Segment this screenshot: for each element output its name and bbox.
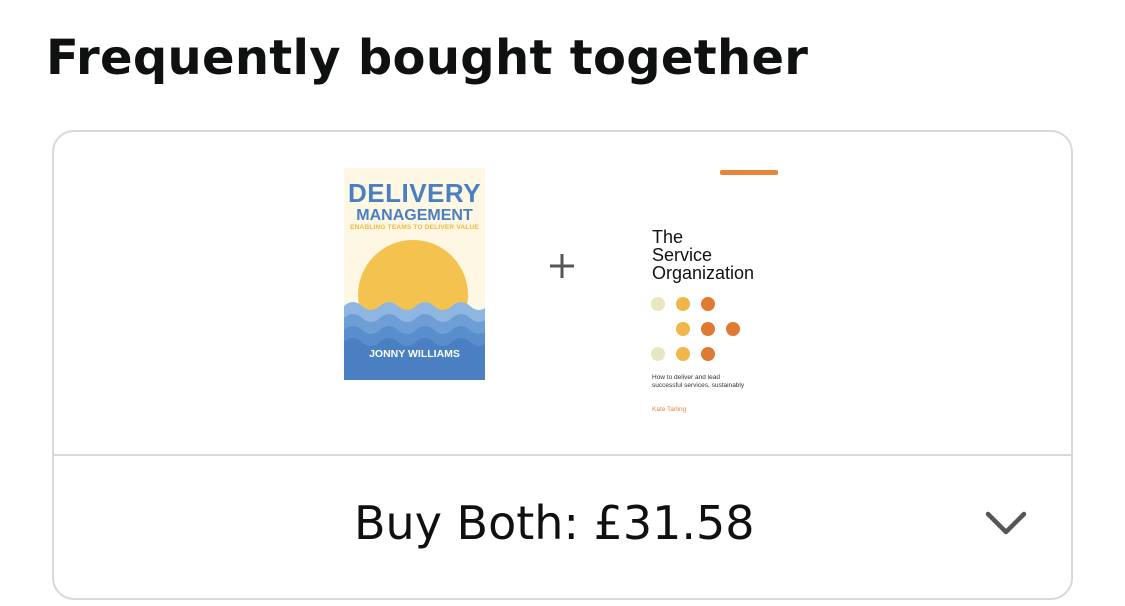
- book-cover-description: How to deliver and lead successful servi…: [652, 374, 744, 390]
- product-image-service-organization[interactable]: The Service Organization How to deliver …: [634, 168, 796, 413]
- book-cover-title: The Service Organization: [652, 228, 754, 282]
- description-line1: How to deliver and lead: [652, 374, 720, 381]
- book-cover-subtitle: ENABLING TEAMS TO DELIVER VALUE: [350, 224, 479, 231]
- buy-both-label: Buy Both: £31.58: [354, 496, 755, 550]
- book-title-line1: The: [652, 227, 684, 247]
- series-band: [720, 170, 778, 175]
- book-title-line1: DELIVERY: [347, 178, 482, 208]
- book-cover-title: DELIVERY MANAGEMENT: [344, 180, 485, 224]
- book-cover-author: Kate Tarling: [652, 406, 687, 413]
- bundle-card: DELIVERY MANAGEMENT ENABLING TEAMS TO DE…: [52, 130, 1073, 600]
- book-title-line3: Organization: [652, 263, 755, 283]
- description-line2: successful services, sustainably: [652, 382, 745, 389]
- dots-illustration: [651, 297, 740, 361]
- chevron-down-icon[interactable]: [982, 508, 1030, 538]
- products-row: DELIVERY MANAGEMENT ENABLING TEAMS TO DE…: [54, 132, 1071, 454]
- book-cover-author: JONNY WILLIAMS: [369, 348, 460, 360]
- waves-illustration: [344, 302, 485, 380]
- book-title-line2: Service: [652, 245, 713, 265]
- product-image-delivery-management[interactable]: DELIVERY MANAGEMENT ENABLING TEAMS TO DE…: [344, 168, 485, 380]
- buy-both-row[interactable]: Buy Both: £31.58: [54, 456, 1071, 598]
- section-heading: Frequently bought together: [46, 30, 809, 86]
- plus-icon: [550, 254, 574, 278]
- book-title-line2: MANAGEMENT: [356, 207, 473, 224]
